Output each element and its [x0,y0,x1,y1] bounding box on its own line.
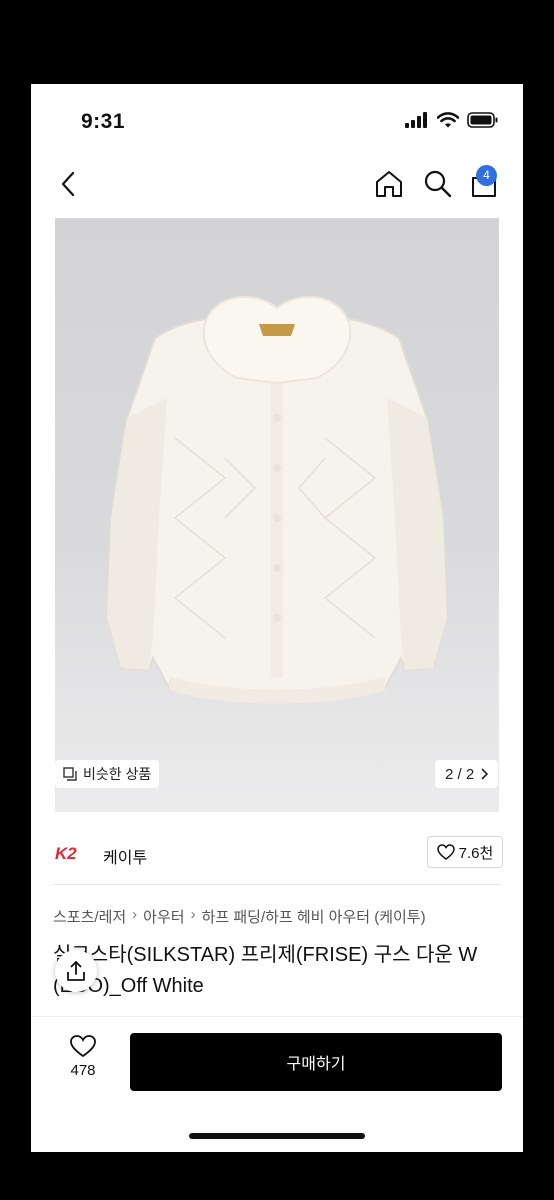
image-counter-text: 2 / 2 [445,765,475,783]
status-time: 9:31 [81,110,126,133]
k2-logo-icon: K2 [55,844,77,863]
breadcrumb-separator-icon: › [190,906,196,923]
svg-text:K2: K2 [55,844,77,863]
brand-like-button[interactable]: 7.6천 [427,836,503,868]
chevron-left-icon [61,171,75,197]
back-button[interactable] [53,166,83,202]
home-indicator[interactable] [189,1133,365,1139]
cellular-signal-icon [405,112,427,128]
brand-row: K2 케이투 7.6천 [31,822,523,884]
breadcrumb-item[interactable]: 아우터 [143,906,184,927]
phone-screen: 9:31 4 비슷한 상품 2 / 2 K2 케이투 7.6천 스포츠/레저 ›… [31,84,523,1152]
breadcrumb: 스포츠/레저 › 아우터 › 하프 패딩/하프 헤비 아우터 (케이투) [53,906,426,927]
brand-logo[interactable]: K2 [53,838,89,868]
brand-like-count: 7.6천 [458,844,494,862]
jacket-image [105,295,449,704]
breadcrumb-item[interactable]: 하프 패딩/하프 헤비 아우터 (케이투) [202,906,426,927]
divider [53,884,501,885]
share-button[interactable] [55,950,97,992]
top-navigation [31,160,523,216]
wishlist-button[interactable]: 478 [55,1034,111,1079]
heart-icon [436,844,455,860]
status-bar: 9:31 [31,84,523,160]
similar-products-button[interactable]: 비슷한 상품 [55,760,160,788]
search-button[interactable] [423,168,453,205]
wifi-icon [437,112,459,128]
image-counter[interactable]: 2 / 2 [435,760,499,788]
home-icon [376,171,402,197]
brand-name[interactable]: 케이투 [103,844,147,868]
chevron-right-icon [481,768,489,780]
wishlist-count: 478 [70,1062,96,1079]
similar-products-label: 비슷한 상품 [83,766,152,782]
bottom-bar-divider [31,1016,523,1017]
battery-icon [467,112,498,128]
cart-count-badge: 4 [476,165,497,186]
search-icon [424,170,452,198]
home-button[interactable] [373,168,405,205]
copy-icon [63,767,77,781]
breadcrumb-item[interactable]: 스포츠/레저 [53,906,126,927]
buy-button[interactable]: 구매하기 [130,1033,502,1091]
status-icons [405,112,499,128]
share-icon [67,961,85,981]
product-title: 실크스타(SILKSTAR) 프리제(FRISE) 구스 다운 W (ECO)_… [53,944,478,997]
breadcrumb-separator-icon: › [132,906,138,923]
heart-icon [70,1035,96,1058]
product-image[interactable] [55,218,499,812]
